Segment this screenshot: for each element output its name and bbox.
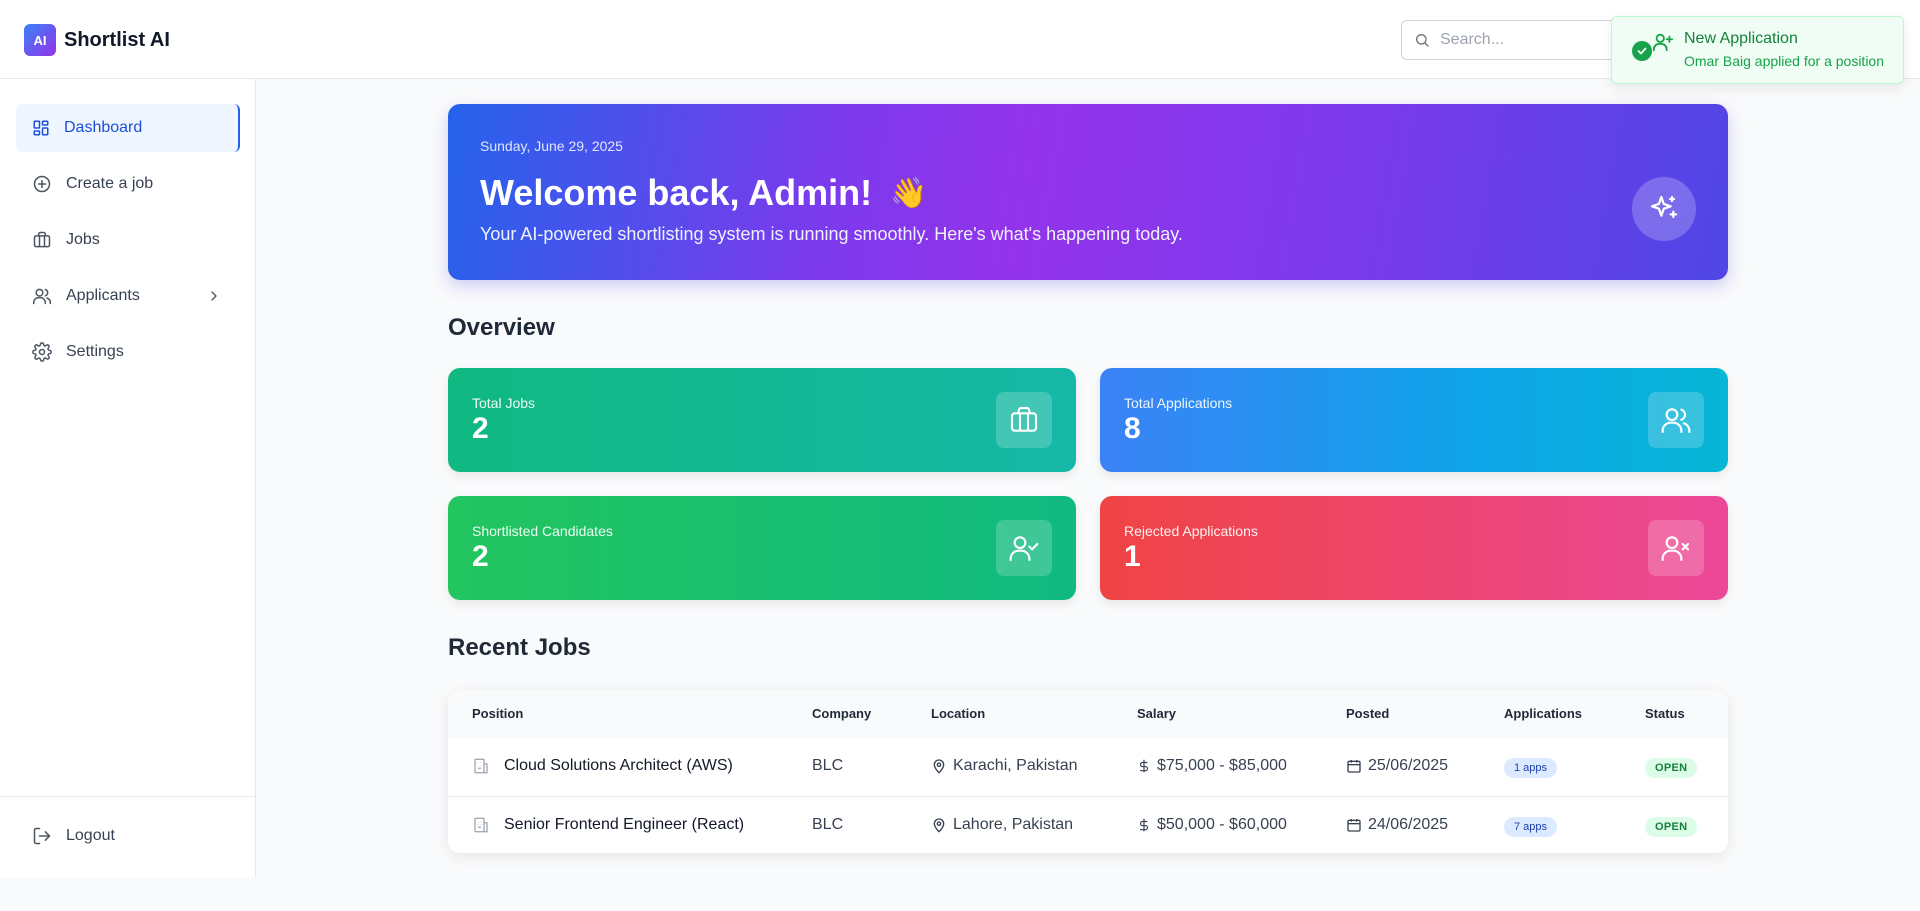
position-title: Cloud Solutions Architect (AWS) [504, 757, 733, 774]
location-text: Lahore, Pakistan [953, 816, 1074, 833]
app-name: Shortlist AI [64, 28, 170, 51]
users-icon [32, 286, 52, 306]
sidebar-item-label: Settings [66, 343, 124, 360]
column-header: Company [812, 706, 872, 721]
location-text: Karachi, Pakistan [953, 757, 1078, 774]
sparkles-icon [1632, 177, 1696, 241]
applications-badge[interactable]: 1 apps [1504, 758, 1558, 778]
salary-text: $75,000 - $85,000 [1157, 757, 1287, 774]
overview-title: Overview [448, 314, 555, 341]
column-header: Applications [1504, 706, 1583, 721]
sidebar-item-label: Jobs [66, 231, 100, 248]
users-icon [1648, 392, 1704, 448]
sidebar-item-settings[interactable]: Settings [16, 328, 240, 376]
table-row[interactable]: Senior Frontend Engineer (React) BLC Lah… [448, 796, 1728, 853]
user-check-icon [996, 520, 1052, 576]
status-badge: OPEN [1645, 817, 1698, 837]
stat-label: Rejected Applications [1124, 523, 1258, 539]
company-cell: BLC [812, 816, 844, 833]
position-title: Senior Frontend Engineer (React) [504, 816, 745, 833]
column-header: Location [931, 706, 986, 721]
dashboard-icon [32, 119, 50, 137]
stat-card-total-jobs[interactable]: Total Jobs 2 [448, 368, 1076, 472]
sidebar-item-create-job[interactable]: Create a job [16, 160, 240, 208]
stat-value: 8 [1124, 412, 1141, 445]
applications-badge[interactable]: 7 apps [1504, 817, 1558, 837]
posted-cell: 25/06/2025 [1346, 757, 1448, 775]
gear-icon [32, 342, 52, 362]
stat-value: 2 [472, 540, 489, 573]
status-badge: OPEN [1645, 758, 1698, 778]
chevron-right-icon [206, 288, 222, 304]
banner-subtitle: Your AI-powered shortlisting system is r… [480, 224, 1183, 244]
briefcase-icon [32, 230, 52, 250]
plus-circle-icon [32, 174, 52, 194]
sidebar-item-label: Applicants [66, 287, 140, 304]
logo-badge: AI [24, 24, 56, 56]
stat-card-total-applications[interactable]: Total Applications 8 [1100, 368, 1728, 472]
dollar-icon [1137, 758, 1151, 774]
sidebar-item-label: Dashboard [64, 119, 143, 136]
column-header: Status [1645, 706, 1685, 721]
search-icon [1414, 32, 1430, 48]
banner-title-text: Welcome back, Admin! [480, 172, 873, 213]
logout-icon [32, 826, 52, 846]
salary-text: $50,000 - $60,000 [1157, 816, 1287, 833]
sidebar: Dashboard Create a job Jobs Applicants S… [0, 79, 256, 877]
salary-cell: $75,000 - $85,000 [1137, 757, 1287, 775]
dollar-icon [1137, 817, 1151, 833]
map-pin-icon [931, 817, 947, 833]
banner-date: Sunday, June 29, 2025 [480, 138, 623, 154]
posted-date: 24/06/2025 [1368, 816, 1449, 833]
check-circle-icon [1632, 41, 1652, 61]
stat-label: Shortlisted Candidates [472, 523, 613, 539]
sidebar-item-dashboard[interactable]: Dashboard [16, 104, 240, 152]
wave-emoji: 👋 [890, 176, 928, 210]
app-logo[interactable]: AI Shortlist AI [24, 24, 170, 56]
building-icon [472, 816, 490, 834]
posted-date: 25/06/2025 [1368, 757, 1449, 774]
column-header: Posted [1346, 706, 1390, 721]
stat-value: 1 [1124, 540, 1141, 573]
location-cell: Karachi, Pakistan [931, 757, 1078, 775]
user-x-icon [1648, 520, 1704, 576]
posted-cell: 24/06/2025 [1346, 816, 1448, 834]
user-plus-icon [1652, 31, 1674, 53]
position-cell[interactable]: Cloud Solutions Architect (AWS) [472, 757, 733, 775]
company-cell: BLC [812, 757, 844, 774]
column-header: Position [472, 706, 524, 721]
calendar-icon [1346, 758, 1362, 774]
logout-label: Logout [66, 827, 115, 844]
building-icon [472, 757, 490, 775]
stat-value: 2 [472, 412, 489, 445]
location-cell: Lahore, Pakistan [931, 816, 1073, 834]
toast-message: Omar Baig applied for a position [1684, 53, 1884, 69]
sidebar-item-label: Create a job [66, 175, 154, 192]
toast-title: New Application [1684, 30, 1798, 47]
recent-jobs-title: Recent Jobs [448, 634, 591, 661]
salary-cell: $50,000 - $60,000 [1137, 816, 1287, 834]
stat-label: Total Jobs [472, 395, 536, 411]
briefcase-icon [996, 392, 1052, 448]
welcome-banner: Sunday, June 29, 2025 Welcome back, Admi… [448, 104, 1728, 280]
calendar-icon [1346, 817, 1362, 833]
notification-toast[interactable]: New Application Omar Baig applied for a … [1611, 16, 1904, 84]
recent-jobs-table: Position Company Location Salary Posted … [448, 690, 1728, 853]
sidebar-item-jobs[interactable]: Jobs [16, 216, 240, 264]
banner-title: Welcome back, Admin! 👋 [480, 172, 927, 214]
stat-card-shortlisted[interactable]: Shortlisted Candidates 2 [448, 496, 1076, 600]
logout-button[interactable]: Logout [16, 812, 240, 860]
sidebar-item-applicants[interactable]: Applicants [16, 272, 240, 320]
table-row[interactable]: Cloud Solutions Architect (AWS) BLC Kara… [448, 738, 1728, 795]
sidebar-divider [0, 796, 256, 797]
map-pin-icon [931, 758, 947, 774]
stat-label: Total Applications [1124, 395, 1233, 411]
column-header: Salary [1137, 706, 1177, 721]
table-header: Position Company Location Salary Posted … [448, 690, 1728, 738]
stat-card-rejected[interactable]: Rejected Applications 1 [1100, 496, 1728, 600]
position-cell[interactable]: Senior Frontend Engineer (React) [472, 816, 744, 834]
